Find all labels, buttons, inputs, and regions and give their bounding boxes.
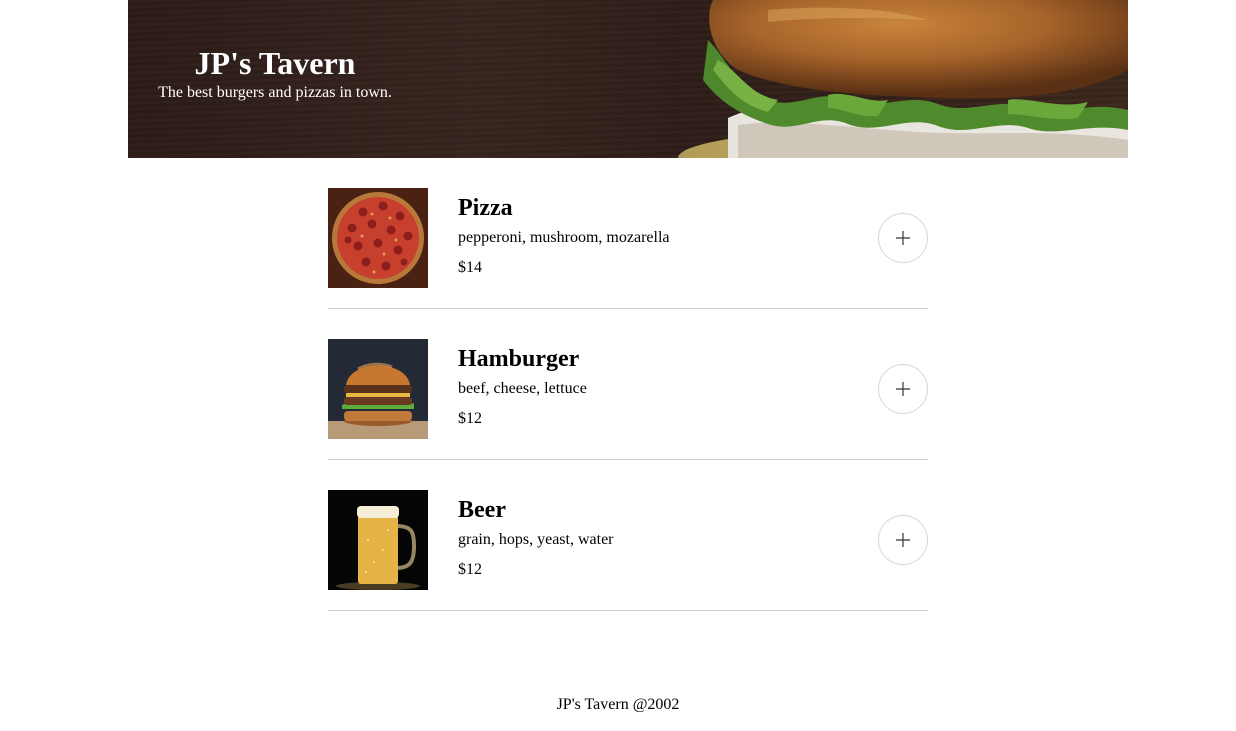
hamburger-image — [328, 339, 428, 439]
beer-image — [328, 490, 428, 590]
item-name: Hamburger — [458, 346, 580, 372]
item-description: grain, hops, yeast, water — [458, 531, 614, 548]
item-price: $12 — [458, 561, 482, 578]
add-pizza-button[interactable] — [878, 213, 928, 263]
plus-icon — [896, 533, 910, 547]
item-name: Pizza — [458, 195, 513, 221]
hero-banner: JP's Tavern The best burgers and pizzas … — [128, 0, 1128, 158]
page-tagline: The best burgers and pizzas in town. — [158, 84, 392, 101]
item-name: Beer — [458, 497, 506, 523]
menu-item-pizza: Pizza pepperoni, mushroom, mozarella $14 — [328, 188, 928, 309]
item-description: beef, cheese, lettuce — [458, 380, 587, 397]
item-price: $12 — [458, 410, 482, 427]
menu-item-beer: Beer grain, hops, yeast, water $12 — [328, 490, 928, 611]
menu-list: Pizza pepperoni, mushroom, mozarella $14 — [328, 188, 928, 641]
page-title: JP's Tavern — [194, 45, 356, 81]
footer-text: JP's Tavern @2002 — [556, 696, 680, 713]
add-beer-button[interactable] — [878, 515, 928, 565]
plus-icon — [896, 382, 910, 396]
menu-item-hamburger: Hamburger beef, cheese, lettuce $12 — [328, 339, 928, 460]
pizza-image — [328, 188, 428, 288]
item-description: pepperoni, mushroom, mozarella — [458, 229, 670, 246]
plus-icon — [896, 231, 910, 245]
add-hamburger-button[interactable] — [878, 364, 928, 414]
item-price: $14 — [458, 259, 482, 276]
